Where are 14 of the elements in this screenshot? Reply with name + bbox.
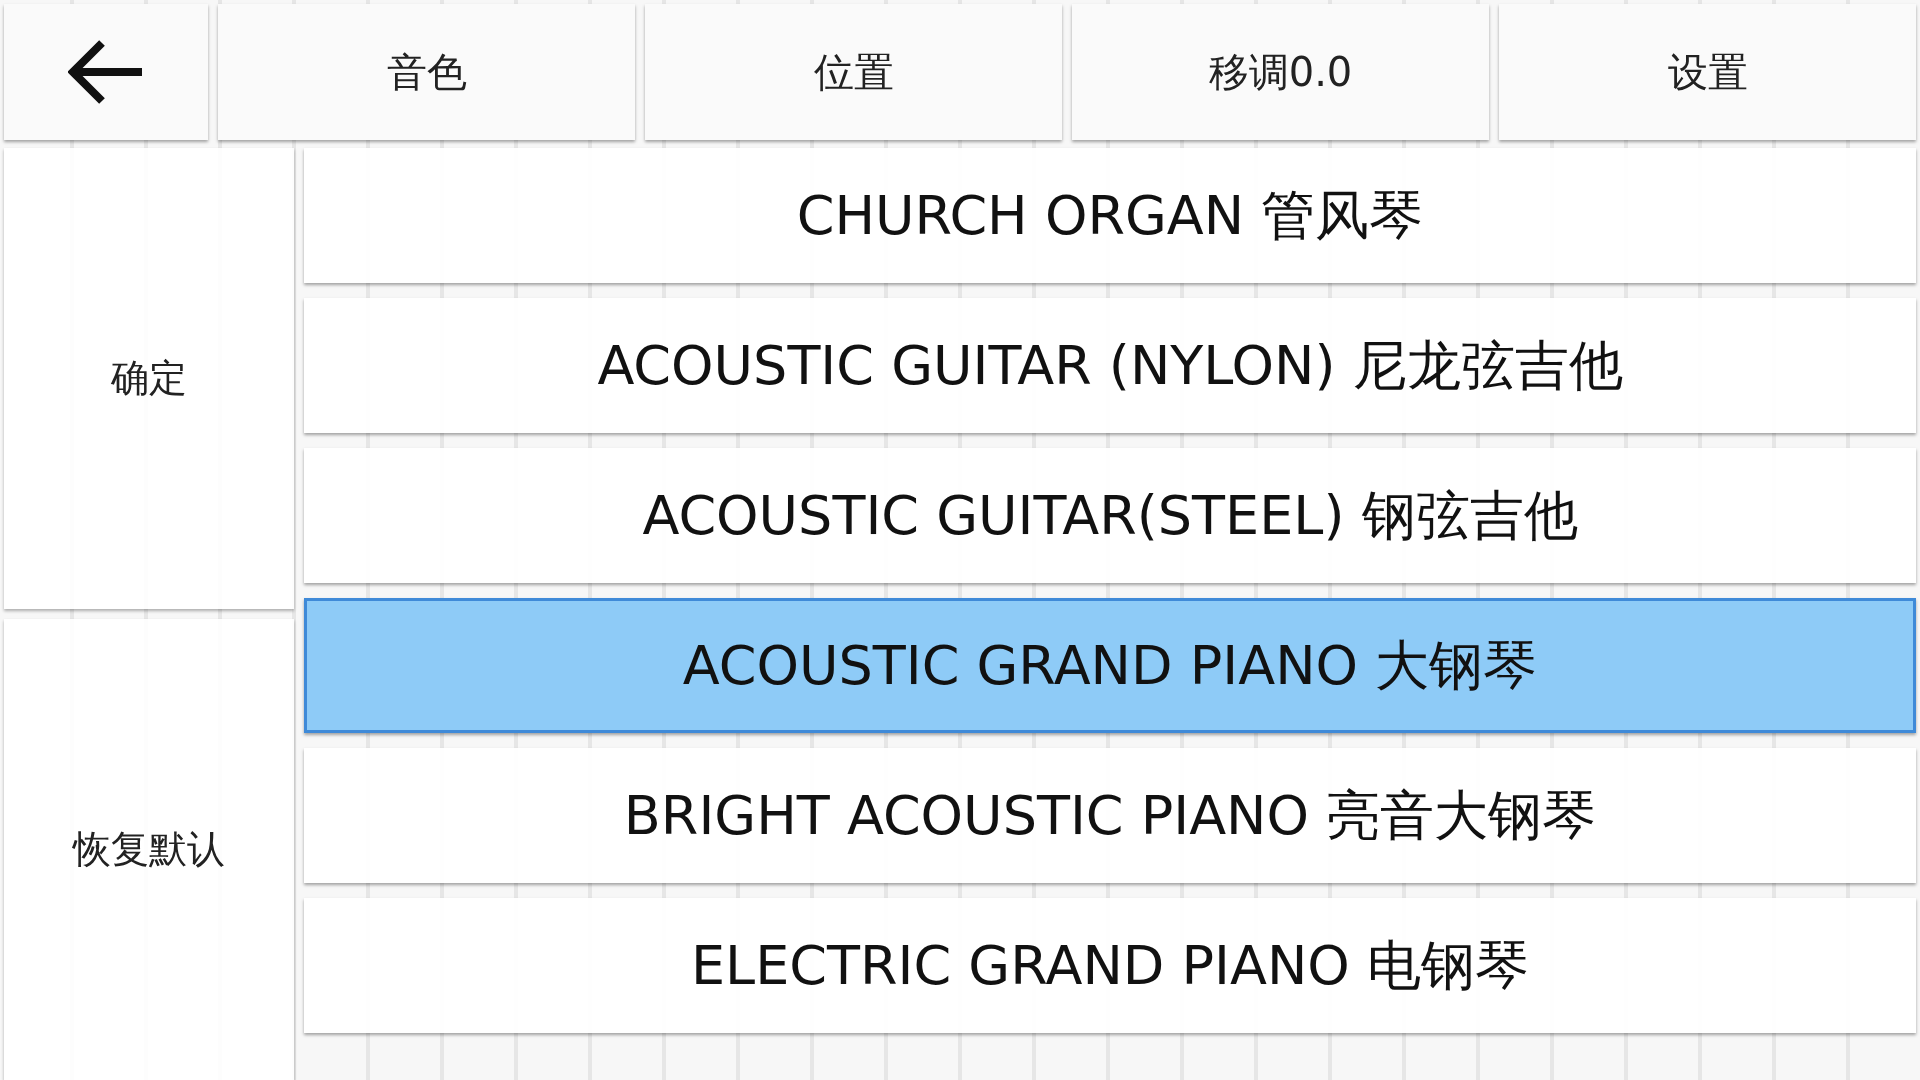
instrument-item[interactable]: ELECTRIC GRAND PIANO 电钢琴 bbox=[304, 898, 1916, 1033]
back-button[interactable] bbox=[4, 4, 208, 140]
instrument-item[interactable]: BRIGHT ACOUSTIC PIANO 亮音大钢琴 bbox=[304, 748, 1916, 883]
toolbar-button[interactable]: 位置 bbox=[645, 4, 1062, 140]
instrument-item[interactable]: CHURCH ORGAN 管风琴 bbox=[304, 148, 1916, 283]
toolbar-button[interactable]: 移调0.0 bbox=[1072, 4, 1489, 140]
side-button[interactable]: 确定 bbox=[4, 148, 294, 609]
instrument-item[interactable]: ACOUSTIC GUITAR (NYLON) 尼龙弦吉他 bbox=[304, 298, 1916, 433]
toolbar-button[interactable]: 设置 bbox=[1499, 4, 1916, 140]
instrument-item[interactable]: ACOUSTIC GUITAR(STEEL) 钢弦吉他 bbox=[304, 448, 1916, 583]
instrument-item[interactable]: ACOUSTIC GRAND PIANO 大钢琴 bbox=[304, 598, 1916, 733]
back-arrow-icon bbox=[68, 39, 144, 105]
toolbar-button[interactable]: 音色 bbox=[218, 4, 635, 140]
side-button[interactable]: 恢复默认 bbox=[4, 619, 294, 1080]
